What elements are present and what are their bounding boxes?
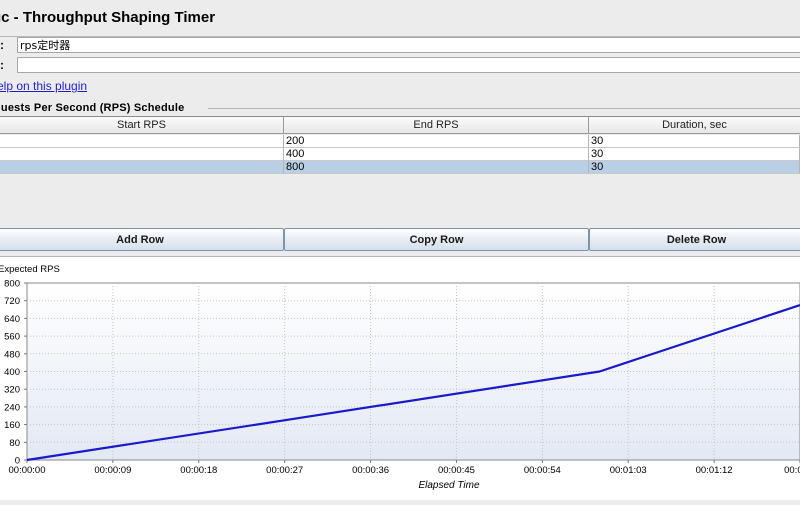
table-row-selected[interactable]: 800 30 xyxy=(0,161,800,174)
x-axis-ticks: 00:00:00 00:00:09 00:00:18 00:00:27 00:00:36… xyxy=(9,460,800,476)
cell-duration[interactable]: 30 xyxy=(589,161,800,174)
table-row[interactable]: 400 30 xyxy=(0,148,800,161)
cell-start-rps[interactable] xyxy=(0,135,284,148)
y-tick-label: 560 xyxy=(4,332,20,343)
name-field[interactable] xyxy=(17,37,800,53)
x-tick-label: 00:00:09 xyxy=(94,465,131,476)
add-row-button[interactable]: Add Row xyxy=(0,228,284,251)
x-tick-label: 00:01:03 xyxy=(610,465,647,476)
expected-rps-chart: Expected RPS 080160240320400480560640720… xyxy=(0,264,800,491)
y-axis-ticks: 080160240320400480560640720800 xyxy=(4,279,27,467)
x-tick-label: 00:01:2 xyxy=(784,465,800,476)
copy-row-button[interactable]: Copy Row xyxy=(284,228,589,251)
title-bar: gc - Throughput Shaping Timer xyxy=(0,0,800,37)
x-tick-label: 00:00:36 xyxy=(352,465,389,476)
chart-panel: Expected RPS 0 80 160 240 320 400 480 560 640 720… xyxy=(0,257,800,500)
y-tick-label: 80 xyxy=(9,438,20,449)
delete-row-button[interactable]: Delete Row xyxy=(589,228,800,251)
window-title: gc - Throughput Shaping Timer xyxy=(0,9,216,26)
table-row[interactable]: 200 30 xyxy=(0,135,800,148)
column-header-duration[interactable]: Duration, sec xyxy=(589,117,800,134)
x-axis-label: Elapsed Time xyxy=(418,480,479,491)
y-tick-label: 400 xyxy=(4,367,20,378)
y-tick-label: 480 xyxy=(4,349,20,360)
schedule-section-title: quests Per Second (RPS) Schedule xyxy=(0,102,187,114)
help-link[interactable]: elp on this plugin xyxy=(0,79,87,93)
cell-start-rps[interactable] xyxy=(0,161,284,174)
comments-label: : xyxy=(0,58,4,72)
cell-end-rps[interactable]: 200 xyxy=(284,135,589,148)
y-tick-label: 640 xyxy=(4,314,20,325)
cell-end-rps[interactable]: 800 xyxy=(284,161,589,174)
x-tick-label: 00:00:18 xyxy=(180,465,217,476)
x-tick-label: 00:00:27 xyxy=(266,465,303,476)
x-tick-label: 00:01:12 xyxy=(696,465,733,476)
column-header-end-rps[interactable]: End RPS xyxy=(284,117,589,134)
cell-start-rps[interactable] xyxy=(0,148,284,161)
table-button-bar: Add Row Copy Row Delete Row xyxy=(0,228,800,252)
y-tick-label: 240 xyxy=(4,402,20,413)
schedule-table: Start RPS End RPS Duration, sec 200 30 4… xyxy=(0,116,800,221)
comments-field[interactable] xyxy=(17,57,800,73)
y-tick-label: 720 xyxy=(4,296,20,307)
column-header-start-rps[interactable]: Start RPS xyxy=(0,117,284,134)
table-header: Start RPS End RPS Duration, sec xyxy=(0,117,800,135)
section-divider xyxy=(208,108,800,109)
x-tick-label: 00:00:45 xyxy=(438,465,475,476)
y-tick-label: 160 xyxy=(4,420,20,431)
cell-end-rps[interactable]: 400 xyxy=(284,148,589,161)
cell-duration[interactable]: 30 xyxy=(589,148,800,161)
y-tick-label: 320 xyxy=(4,385,20,396)
cell-duration[interactable]: 30 xyxy=(589,135,800,148)
y-axis-label: Expected RPS xyxy=(0,264,60,275)
x-tick-label: 00:00:00 xyxy=(9,465,46,476)
x-tick-label: 00:00:54 xyxy=(524,465,561,476)
y-tick-label: 800 xyxy=(4,279,20,290)
name-label: : xyxy=(0,38,4,52)
